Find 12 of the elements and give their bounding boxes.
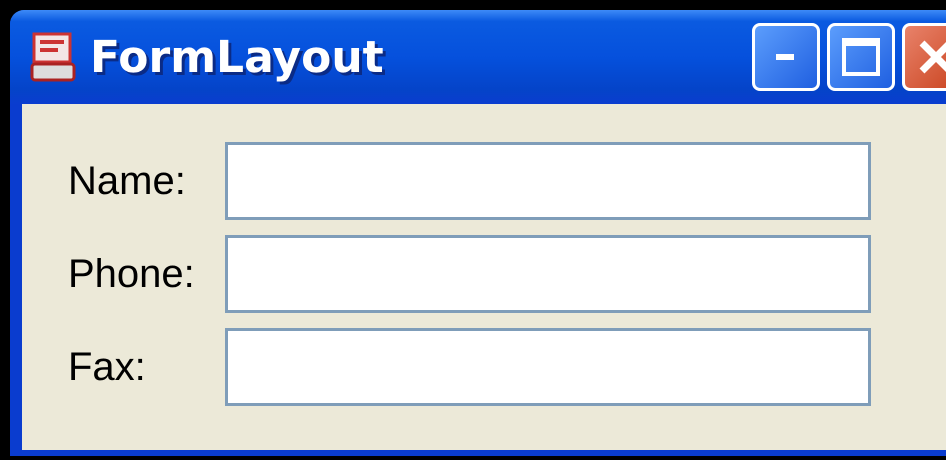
window-title: FormLayout — [90, 32, 385, 82]
input-field[interactable] — [224, 142, 871, 220]
field-label: Name: — [68, 158, 187, 204]
input-field[interactable] — [224, 235, 871, 313]
minimize-button[interactable] — [752, 23, 820, 91]
minimize-icon — [776, 52, 796, 62]
field-label: Phone: — [68, 252, 195, 296]
maximize-button[interactable] — [827, 23, 895, 91]
maximize-icon — [841, 37, 881, 77]
input-field[interactable] — [224, 328, 871, 406]
field-label: Fax: — [68, 344, 147, 390]
app-icon — [28, 30, 78, 84]
